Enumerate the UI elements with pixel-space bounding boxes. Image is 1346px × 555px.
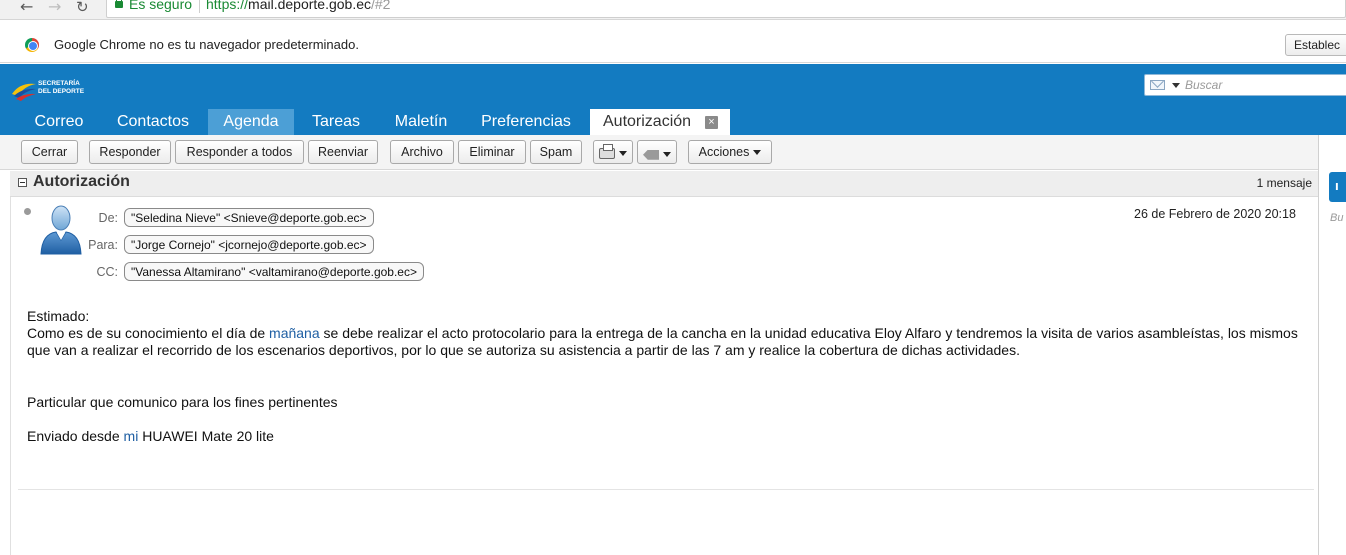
back-arrow-icon[interactable]: ←: [20, 0, 33, 15]
spam-button[interactable]: Spam: [530, 140, 582, 164]
archive-button[interactable]: Archivo: [390, 140, 454, 164]
message-paragraph-2: Particular que comunico para los fines p…: [27, 394, 338, 410]
message-greeting: Estimado:: [27, 308, 90, 324]
date-link[interactable]: mañana: [269, 325, 320, 341]
from-address[interactable]: "Seledina Nieve" <Snieve@deporte.gob.ec>: [124, 208, 374, 227]
read-status-dot-icon[interactable]: [24, 208, 31, 215]
reply-button[interactable]: Responder: [89, 140, 171, 164]
url-host: mail.deporte.gob.ec: [248, 0, 371, 12]
chevron-down-icon: [663, 152, 671, 158]
actions-label: Acciones: [698, 145, 750, 159]
infobar-message: Google Chrome no es tu navegador predete…: [54, 37, 359, 52]
secure-label: Es seguro: [129, 0, 193, 12]
browser-toolbar: ← → ↻ Es seguro https://mail.deporte.gob…: [0, 0, 1346, 20]
close-icon[interactable]: ×: [705, 116, 718, 129]
actions-menu-button[interactable]: Acciones: [688, 140, 772, 164]
chevron-down-icon: [753, 150, 762, 156]
url-separator: [199, 0, 200, 13]
from-label: De:: [98, 211, 118, 225]
forward-arrow-icon[interactable]: →: [48, 0, 61, 15]
to-address[interactable]: "Jorge Cornejo" <jcornejo@deporte.gob.ec…: [124, 235, 374, 254]
close-button[interactable]: Cerrar: [21, 140, 78, 164]
right-panel-tab[interactable]: I: [1329, 172, 1346, 202]
secretaria-deporte-logo: SECRETARÍA DEL DEPORTE: [10, 76, 100, 104]
cc-label: CC:: [96, 265, 118, 279]
default-browser-infobar: Google Chrome no es tu navegador predete…: [0, 20, 1346, 63]
paragraph-1-start: Como es de su conocimiento el día de: [27, 325, 270, 341]
signature-start: Enviado desde: [27, 428, 124, 444]
tab-autorizacion-label: Autorización: [603, 113, 692, 130]
signature-link[interactable]: mi: [124, 428, 139, 444]
message-date: 26 de Febrero de 2020 20:18: [1134, 207, 1296, 221]
message-subject: Autorización: [33, 173, 130, 190]
mail-search-icon[interactable]: [1150, 80, 1165, 90]
reload-icon[interactable]: ↻: [76, 0, 89, 15]
tab-tareas[interactable]: Tareas: [300, 109, 372, 135]
tab-autorizacion[interactable]: Autorización ×: [590, 109, 730, 135]
chevron-down-icon: [619, 151, 627, 157]
search-input[interactable]: [1185, 77, 1346, 93]
lock-icon: [115, 0, 123, 8]
logo-mark-icon: [12, 83, 36, 101]
search-box: [1144, 74, 1346, 96]
tab-preferencias[interactable]: Preferencias: [470, 109, 582, 135]
chrome-logo-icon: [25, 38, 39, 52]
printer-icon: [599, 144, 615, 160]
url-text[interactable]: https://mail.deporte.gob.ec/#2: [206, 0, 390, 12]
message-divider: [18, 489, 1314, 490]
logo-text: SECRETARÍA DEL DEPORTE: [38, 80, 84, 96]
signature-rest: HUAWEI Mate 20 lite: [138, 428, 274, 444]
tab-contactos[interactable]: Contactos: [106, 109, 200, 135]
tab-maletin[interactable]: Maletín: [382, 109, 460, 135]
app-header: SECRETARÍA DEL DEPORTE Correo Contactos …: [0, 64, 1346, 135]
address-bar[interactable]: Es seguro https://mail.deporte.gob.ec/#2: [106, 0, 1346, 18]
collapse-icon[interactable]: [18, 178, 27, 187]
right-panel-text: Bu: [1330, 212, 1344, 224]
cc-address[interactable]: "Vanessa Altamirano" <valtamirano@deport…: [124, 262, 424, 281]
message-signature: Enviado desde mi HUAWEI Mate 20 lite: [27, 428, 1307, 445]
message-paragraph-1: Como es de su conocimiento el día de mañ…: [27, 325, 1307, 359]
message-count: 1 mensaje: [1256, 176, 1312, 190]
set-default-button[interactable]: Establec: [1285, 34, 1346, 56]
right-side-panel: I Bu: [1318, 135, 1346, 555]
search-type-chevron-down-icon[interactable]: [1172, 83, 1180, 88]
message-toolbar: Cerrar Responder Responder a todos Reenv…: [0, 135, 1318, 170]
conversation-header: Autorización 1 mensaje: [10, 171, 1318, 197]
reply-all-button[interactable]: Responder a todos: [175, 140, 304, 164]
tag-icon: [643, 149, 659, 160]
forward-button[interactable]: Reenviar: [308, 140, 378, 164]
logo-line-2: DEL DEPORTE: [38, 88, 85, 95]
logo-line-1: SECRETARÍA: [38, 80, 80, 87]
tab-correo[interactable]: Correo: [19, 109, 99, 135]
print-menu-button[interactable]: [593, 140, 633, 164]
url-hash: /#2: [371, 0, 391, 12]
tab-agenda[interactable]: Agenda: [208, 109, 294, 135]
url-scheme: https://: [206, 0, 249, 12]
delete-button[interactable]: Eliminar: [458, 140, 526, 164]
tag-menu-button[interactable]: [637, 140, 677, 164]
to-label: Para:: [88, 238, 118, 252]
